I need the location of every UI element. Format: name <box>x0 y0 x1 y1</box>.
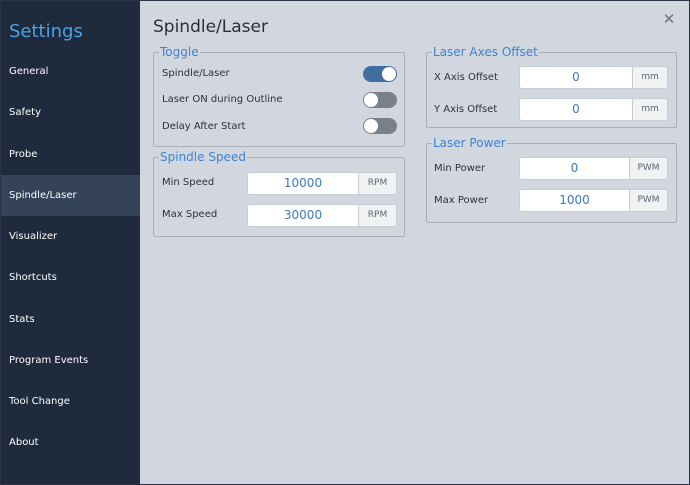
x-axis-offset-value[interactable]: 0 <box>520 67 632 88</box>
max-power-label: Max Power <box>434 195 489 206</box>
y-axis-offset-value[interactable]: 0 <box>520 99 632 120</box>
x-axis-offset-field[interactable]: 0 mm <box>519 66 668 89</box>
main-panel: Spindle/Laser ✕ Toggle Spindle/Laser Las… <box>140 1 689 484</box>
toggle-label-laser-on-outline: Laser ON during Outline <box>162 94 283 105</box>
max-power-value[interactable]: 1000 <box>520 190 629 211</box>
min-speed-label: Min Speed <box>162 177 215 188</box>
toggle-label-delay-after-start: Delay After Start <box>162 121 246 132</box>
settings-window: Settings General Safety Probe Spindle/La… <box>0 0 690 485</box>
max-speed-label: Max Speed <box>162 209 218 220</box>
sidebar-item-spindle-laser[interactable]: Spindle/Laser <box>1 175 140 216</box>
toggle-knob <box>364 93 378 107</box>
toggle-label-spindle-laser: Spindle/Laser <box>162 68 230 79</box>
sidebar-item-about[interactable]: About <box>1 422 140 463</box>
laser-axes-offset-legend: Laser Axes Offset <box>433 45 538 59</box>
min-power-label: Min Power <box>434 163 486 174</box>
max-speed-unit: RPM <box>358 205 396 226</box>
spindle-speed-legend: Spindle Speed <box>160 150 246 164</box>
min-power-field[interactable]: 0 PWM <box>519 157 668 180</box>
page-title: Spindle/Laser <box>153 17 268 37</box>
close-icon[interactable]: ✕ <box>661 11 677 27</box>
y-axis-offset-field[interactable]: 0 mm <box>519 98 668 121</box>
sidebar-item-shortcuts[interactable]: Shortcuts <box>1 257 140 298</box>
max-speed-value[interactable]: 30000 <box>248 205 358 226</box>
min-power-unit: PWM <box>629 158 667 179</box>
sidebar-item-stats[interactable]: Stats <box>1 299 140 340</box>
toggle-legend: Toggle <box>160 45 199 59</box>
x-axis-offset-unit: mm <box>632 67 667 88</box>
max-speed-field[interactable]: 30000 RPM <box>247 204 397 227</box>
min-power-value[interactable]: 0 <box>520 158 629 179</box>
sidebar: Settings General Safety Probe Spindle/La… <box>1 1 140 484</box>
delay-after-start-toggle[interactable] <box>363 118 397 134</box>
min-speed-field[interactable]: 10000 RPM <box>247 172 397 195</box>
sidebar-item-general[interactable]: General <box>1 51 140 92</box>
y-axis-offset-label: Y Axis Offset <box>434 104 498 115</box>
toggle-knob <box>364 119 378 133</box>
x-axis-offset-label: X Axis Offset <box>434 72 498 83</box>
toggle-knob <box>382 67 396 81</box>
sidebar-item-probe[interactable]: Probe <box>1 134 140 175</box>
sidebar-title: Settings <box>9 21 83 42</box>
max-power-field[interactable]: 1000 PWM <box>519 189 668 212</box>
sidebar-item-visualizer[interactable]: Visualizer <box>1 216 140 257</box>
spindle-laser-toggle[interactable] <box>363 66 397 82</box>
sidebar-item-safety[interactable]: Safety <box>1 92 140 133</box>
min-speed-unit: RPM <box>358 173 396 194</box>
sidebar-item-tool-change[interactable]: Tool Change <box>1 381 140 422</box>
max-power-unit: PWM <box>629 190 667 211</box>
laser-on-outline-toggle[interactable] <box>363 92 397 108</box>
sidebar-item-program-events[interactable]: Program Events <box>1 340 140 381</box>
min-speed-value[interactable]: 10000 <box>248 173 358 194</box>
laser-power-legend: Laser Power <box>433 136 506 150</box>
y-axis-offset-unit: mm <box>632 99 667 120</box>
